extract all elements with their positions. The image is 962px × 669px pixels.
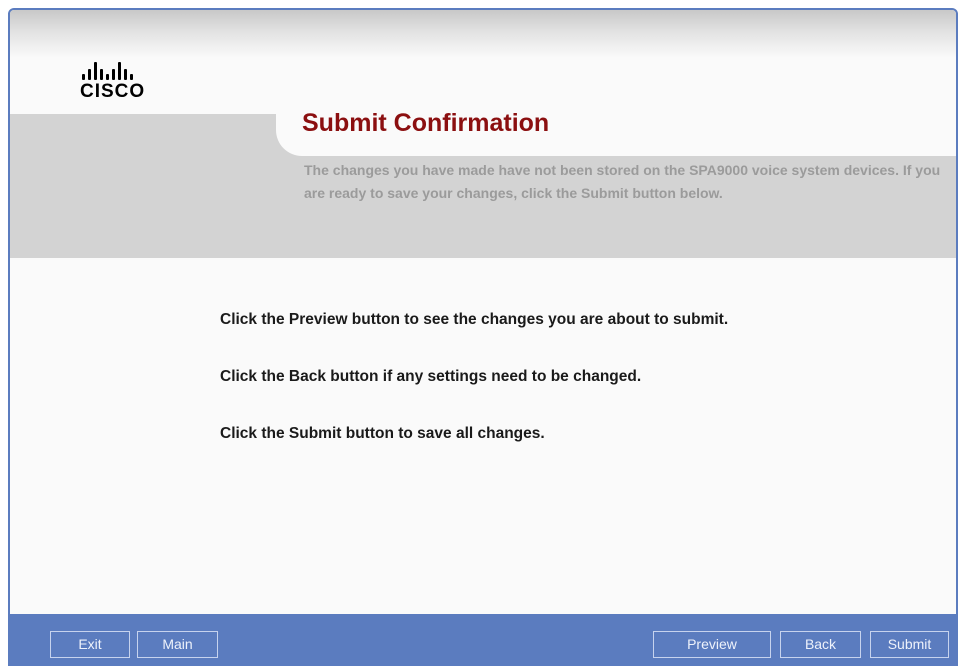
- footer-bar: Exit Main Preview Back Submit: [10, 614, 956, 664]
- cisco-logo: CISCO: [80, 60, 190, 116]
- preview-button[interactable]: Preview: [653, 631, 771, 658]
- page-title: Submit Confirmation: [302, 109, 550, 137]
- back-button[interactable]: Back: [780, 631, 861, 658]
- main-button[interactable]: Main: [137, 631, 218, 658]
- instruction-back: Click the Back button if any settings ne…: [220, 368, 642, 385]
- instruction-submit: Click the Submit button to save all chan…: [220, 425, 545, 442]
- instruction-preview: Click the Preview button to see the chan…: [220, 311, 729, 328]
- page-subtitle: The changes you have made have not been …: [304, 162, 941, 201]
- submit-button[interactable]: Submit: [870, 631, 949, 658]
- exit-button[interactable]: Exit: [50, 631, 130, 658]
- cisco-logo-word: CISCO: [80, 81, 146, 102]
- top-gradient-bar: [10, 10, 956, 58]
- wizard-window: CISCO Submit Confirmation The changes yo…: [8, 8, 958, 666]
- instructions-list: Click the Preview button to see the chan…: [220, 311, 920, 482]
- cisco-logo-bars-icon: [82, 60, 190, 80]
